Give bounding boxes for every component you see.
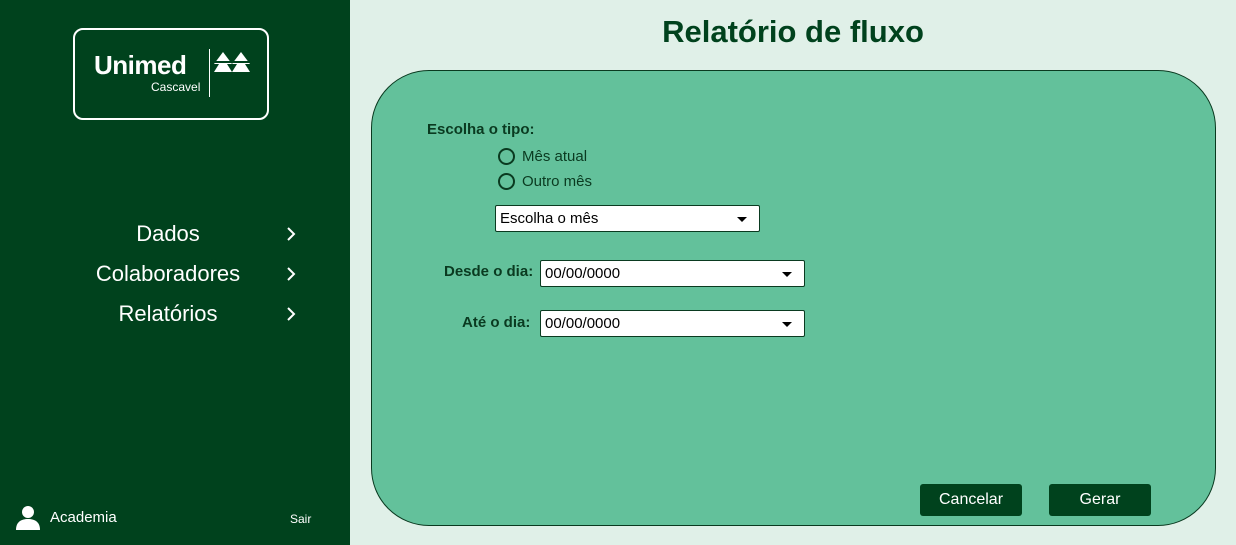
month-select-value: Escolha o mês: [500, 210, 599, 227]
dropdown-arrow-icon: [782, 272, 792, 277]
from-date-label: Desde o dia:: [444, 263, 534, 280]
radio-label: Outro mês: [522, 173, 593, 190]
unimed-logo: Unimed Cascavel: [73, 28, 269, 120]
dropdown-arrow-icon: [737, 217, 747, 222]
radio-button[interactable]: [498, 148, 515, 165]
sidebar-item-colaboradores[interactable]: Colaboradores: [0, 256, 350, 292]
user-name: Academia: [50, 508, 117, 526]
sidebar: Unimed Cascavel Dados Colaboradores Rela…: [0, 0, 350, 545]
page-title: Relatório de fluxo: [662, 14, 924, 49]
to-date-value: 00/00/0000: [545, 315, 621, 332]
to-date-picker[interactable]: 00/00/0000: [540, 310, 805, 337]
chevron-right-icon: [287, 267, 296, 281]
sidebar-item-label: Relatórios: [118, 301, 218, 326]
radio-button[interactable]: [498, 173, 515, 190]
from-date-picker[interactable]: 00/00/0000: [540, 260, 805, 287]
user-info: Academia: [15, 503, 117, 531]
chevron-right-icon: [287, 307, 296, 321]
generate-button[interactable]: Gerar: [1049, 484, 1151, 516]
radio-label: Mês atual: [522, 148, 588, 165]
type-label: Escolha o tipo:: [427, 121, 535, 138]
from-date-value: 00/00/0000: [545, 265, 621, 282]
tree-logo-icon: [214, 52, 250, 72]
user-icon: [16, 506, 40, 530]
cancel-button[interactable]: Cancelar: [920, 484, 1022, 516]
sidebar-item-label: Colaboradores: [95, 261, 241, 286]
sidebar-item-relatorios[interactable]: Relatórios: [0, 296, 350, 332]
sidebar-item-label: Dados: [136, 221, 200, 246]
radio-current-month[interactable]: Mês atual: [498, 148, 587, 165]
logo-name: Unimed: [94, 50, 187, 80]
month-select[interactable]: Escolha o mês: [495, 205, 760, 232]
dropdown-arrow-icon: [782, 322, 792, 327]
logo-divider: [209, 49, 210, 97]
logout-link[interactable]: Sair: [290, 512, 311, 526]
sidebar-item-dados[interactable]: Dados: [0, 216, 350, 252]
logo-city: Cascavel: [151, 80, 201, 94]
radio-other-month[interactable]: Outro mês: [498, 173, 592, 190]
report-form-panel: Escolha o tipo: Mês atual Outro mês Esco…: [371, 70, 1216, 526]
chevron-right-icon: [287, 227, 296, 241]
to-date-label: Até o dia:: [462, 314, 531, 331]
